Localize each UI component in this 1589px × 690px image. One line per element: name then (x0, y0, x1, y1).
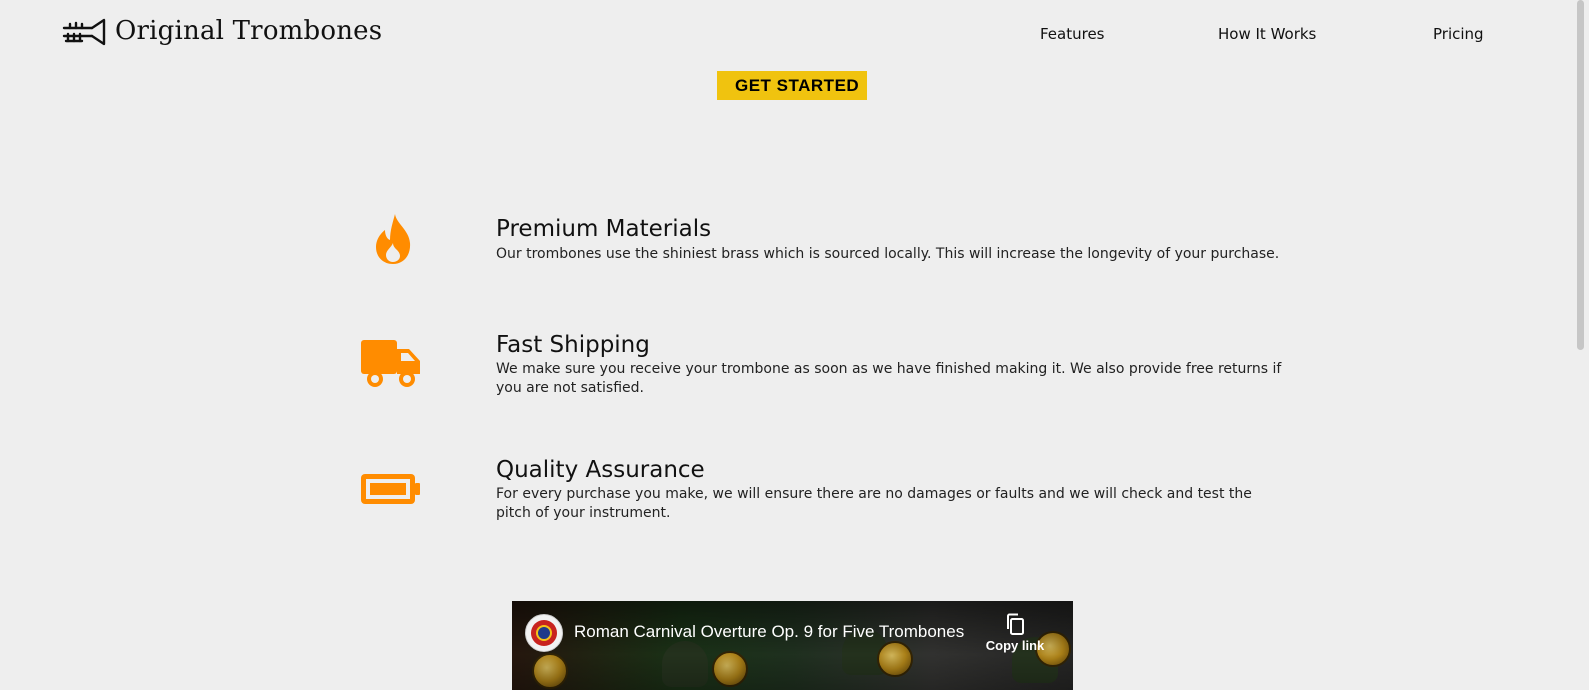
trumpet-icon (62, 18, 106, 46)
nav-link-how-it-works[interactable]: How It Works (1218, 24, 1316, 44)
brand[interactable]: Original Trombones (62, 14, 382, 48)
copy-link-label: Copy link (985, 638, 1045, 653)
video-embed[interactable]: Roman Carnival Overture Op. 9 for Five T… (512, 601, 1073, 690)
vertical-scrollbar[interactable] (1572, 0, 1589, 690)
scrollbar-thumb[interactable] (1577, 0, 1584, 350)
feature-title: Premium Materials (496, 216, 712, 242)
truck-icon (361, 340, 420, 387)
feature-description: We make sure you receive your trombone a… (496, 361, 1282, 396)
channel-avatar[interactable] (525, 614, 563, 652)
copy-link-button[interactable]: Copy link (980, 613, 1050, 653)
nav-link-features[interactable]: Features (1040, 24, 1105, 44)
site-header: Original Trombones Features How It Works… (0, 0, 1572, 66)
feature-title: Fast Shipping (496, 332, 650, 358)
battery-icon (361, 474, 420, 504)
feature-title: Quality Assurance (496, 457, 705, 483)
feature-description: Our trombones use the shiniest brass whi… (496, 246, 1280, 262)
brand-name: Original Trombones (115, 16, 383, 46)
video-title[interactable]: Roman Carnival Overture Op. 9 for Five T… (574, 621, 964, 643)
get-started-button[interactable]: GET STARTED (717, 71, 867, 100)
copy-icon (1007, 613, 1024, 635)
nav-link-pricing[interactable]: Pricing (1433, 24, 1484, 44)
fire-icon (376, 214, 411, 264)
feature-description: For every purchase you make, we will ens… (496, 486, 1252, 521)
